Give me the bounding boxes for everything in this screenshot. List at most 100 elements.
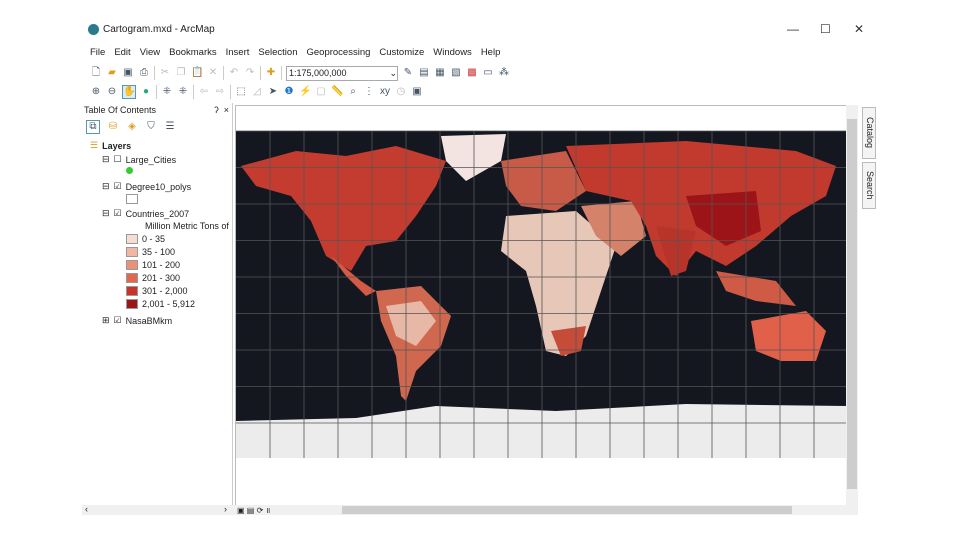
- menu-file[interactable]: File: [90, 47, 105, 58]
- fixed-zoom-out-icon[interactable]: ⁜: [177, 86, 189, 98]
- search-window-icon[interactable]: ▧: [450, 67, 462, 79]
- html-popup-icon[interactable]: ▢: [315, 86, 327, 98]
- layer-degree10-polys[interactable]: Degree10_polys: [126, 182, 192, 192]
- toc-title: Table Of Contents: [84, 105, 157, 115]
- legend-swatch: [126, 234, 138, 244]
- layer-checkbox[interactable]: ☑: [114, 181, 122, 192]
- viewer-icon[interactable]: ▣: [411, 86, 423, 98]
- arcmap-logo-icon: [88, 24, 99, 35]
- catalog-icon[interactable]: ▦: [434, 67, 446, 79]
- save-icon[interactable]: ▣: [122, 67, 134, 79]
- table-of-contents: Table Of Contents ʔ × ⧉ ⛁ ◈ ⛉ ☰ ☰ Layers …: [82, 103, 233, 515]
- legend-label: 201 - 300: [142, 273, 181, 283]
- legend-label: 35 - 100: [142, 247, 176, 257]
- catalog-tab[interactable]: Catalog: [862, 107, 876, 159]
- close-button[interactable]: ✕: [854, 22, 864, 36]
- identify-icon[interactable]: ❶: [283, 86, 295, 98]
- find-route-icon[interactable]: ⋮: [363, 86, 375, 98]
- menu-help[interactable]: Help: [481, 47, 501, 58]
- toc-pin-button[interactable]: ʔ: [214, 105, 219, 115]
- menu-edit[interactable]: Edit: [114, 47, 130, 58]
- menu-bookmarks[interactable]: Bookmarks: [169, 47, 217, 58]
- pan-icon[interactable]: ✋: [122, 85, 136, 99]
- list-by-drawing-order-icon[interactable]: ⧉: [86, 120, 100, 134]
- title-bar: Cartogram.mxd - ArcMap: [88, 24, 215, 35]
- horizontal-scrollbar[interactable]: ‹ › ▣ ▤ ⟳ ॥: [82, 504, 858, 516]
- city-point-symbol: [126, 167, 133, 174]
- list-by-source-icon[interactable]: ⛁: [107, 121, 119, 133]
- legend-item: 201 - 300: [126, 273, 180, 283]
- new-icon[interactable]: 🗋: [90, 67, 102, 79]
- map-scale-dropdown[interactable]: 1:175,000,000 ⌄: [286, 65, 398, 81]
- legend-swatch: [126, 299, 138, 309]
- select-features-icon[interactable]: ⬚: [235, 86, 247, 98]
- open-icon[interactable]: ▰: [106, 67, 118, 79]
- list-by-visibility-icon[interactable]: ◈: [126, 121, 138, 133]
- zoom-in-icon[interactable]: ⊕: [90, 86, 102, 98]
- back-icon[interactable]: ⇦: [198, 86, 210, 98]
- forward-icon[interactable]: ⇨: [214, 86, 226, 98]
- scroll-right-icon[interactable]: ›: [224, 504, 227, 514]
- menu-windows[interactable]: Windows: [433, 47, 472, 58]
- time-slider-icon[interactable]: ◷: [395, 86, 407, 98]
- clear-selection-icon[interactable]: ◿: [251, 86, 263, 98]
- menu-insert[interactable]: Insert: [226, 47, 250, 58]
- options-icon[interactable]: ☰: [164, 121, 176, 133]
- legend-item: 2,001 - 5,912: [126, 299, 195, 309]
- collapse-icon[interactable]: ⊟: [102, 181, 110, 192]
- table-icon[interactable]: ▤: [418, 67, 430, 79]
- layer-nasa-bm[interactable]: NasaBMkm: [126, 316, 173, 326]
- cut-icon[interactable]: ✂: [159, 67, 171, 79]
- legend-item: 35 - 100: [126, 247, 175, 257]
- layer-large-cities[interactable]: Large_Cities: [126, 155, 177, 165]
- layout-view-toggle-icons[interactable]: ▣ ▤ ⟳ ॥: [237, 505, 270, 516]
- python-icon[interactable]: ▭: [482, 67, 494, 79]
- chevron-down-icon: ⌄: [389, 67, 397, 78]
- maximize-button[interactable]: ☐: [820, 22, 831, 36]
- legend-label: 0 - 35: [142, 234, 166, 244]
- map-view[interactable]: [235, 105, 848, 507]
- menu-view[interactable]: View: [140, 47, 160, 58]
- legend-swatch: [126, 247, 138, 257]
- layer-checkbox[interactable]: ☐: [114, 154, 122, 165]
- hyperlink-icon[interactable]: ⚡: [299, 86, 311, 98]
- editor-icon[interactable]: ✎: [402, 67, 414, 79]
- layers-root[interactable]: Layers: [102, 141, 131, 151]
- collapse-icon[interactable]: ⊟: [102, 154, 110, 165]
- vertical-scrollbar[interactable]: [846, 105, 858, 505]
- layer-checkbox[interactable]: ☑: [114, 315, 122, 326]
- arctoolbox-icon[interactable]: ▩: [466, 67, 478, 79]
- layer-countries-2007[interactable]: Countries_2007: [126, 209, 190, 219]
- add-data-icon[interactable]: ✚: [265, 67, 277, 79]
- measure-icon[interactable]: 📏: [331, 86, 343, 98]
- legend-swatch: [126, 286, 138, 296]
- minimize-button[interactable]: —: [787, 22, 799, 36]
- print-icon[interactable]: ⎙: [138, 67, 150, 79]
- legend-item: 0 - 35: [126, 234, 165, 244]
- model-builder-icon[interactable]: ⁂: [498, 67, 510, 79]
- collapse-icon[interactable]: ⊟: [102, 208, 110, 219]
- delete-icon[interactable]: ✕: [207, 67, 219, 79]
- menu-geoprocessing[interactable]: Geoprocessing: [306, 47, 370, 58]
- fixed-zoom-in-icon[interactable]: ⁜: [161, 86, 173, 98]
- scroll-left-icon[interactable]: ‹: [85, 504, 88, 514]
- toc-close-button[interactable]: ×: [224, 105, 229, 115]
- legend-label: 301 - 2,000: [142, 286, 188, 296]
- goto-xy-icon[interactable]: xy: [379, 86, 391, 98]
- search-tab[interactable]: Search: [862, 162, 876, 209]
- tools-toolbar: ⊕ ⊖ ✋ ● ⁜ ⁜ ⇦ ⇨ ⬚ ◿ ➤ ❶ ⚡ ▢ 📏 ⌕ ⋮ xy ◷ ▣: [90, 83, 423, 101]
- full-extent-icon[interactable]: ●: [140, 86, 152, 98]
- legend-label: 2,001 - 5,912: [142, 299, 196, 309]
- paste-icon[interactable]: 📋: [191, 67, 203, 79]
- zoom-out-icon[interactable]: ⊖: [106, 86, 118, 98]
- find-icon[interactable]: ⌕: [347, 86, 359, 98]
- layer-checkbox[interactable]: ☑: [114, 208, 122, 219]
- undo-icon[interactable]: ↶: [228, 67, 240, 79]
- menu-selection[interactable]: Selection: [258, 47, 297, 58]
- copy-icon[interactable]: ❐: [175, 67, 187, 79]
- redo-icon[interactable]: ↷: [244, 67, 256, 79]
- expand-icon[interactable]: ⊞: [102, 315, 110, 326]
- menu-customize[interactable]: Customize: [379, 47, 424, 58]
- select-elements-icon[interactable]: ➤: [267, 86, 279, 98]
- list-by-selection-icon[interactable]: ⛉: [145, 121, 157, 133]
